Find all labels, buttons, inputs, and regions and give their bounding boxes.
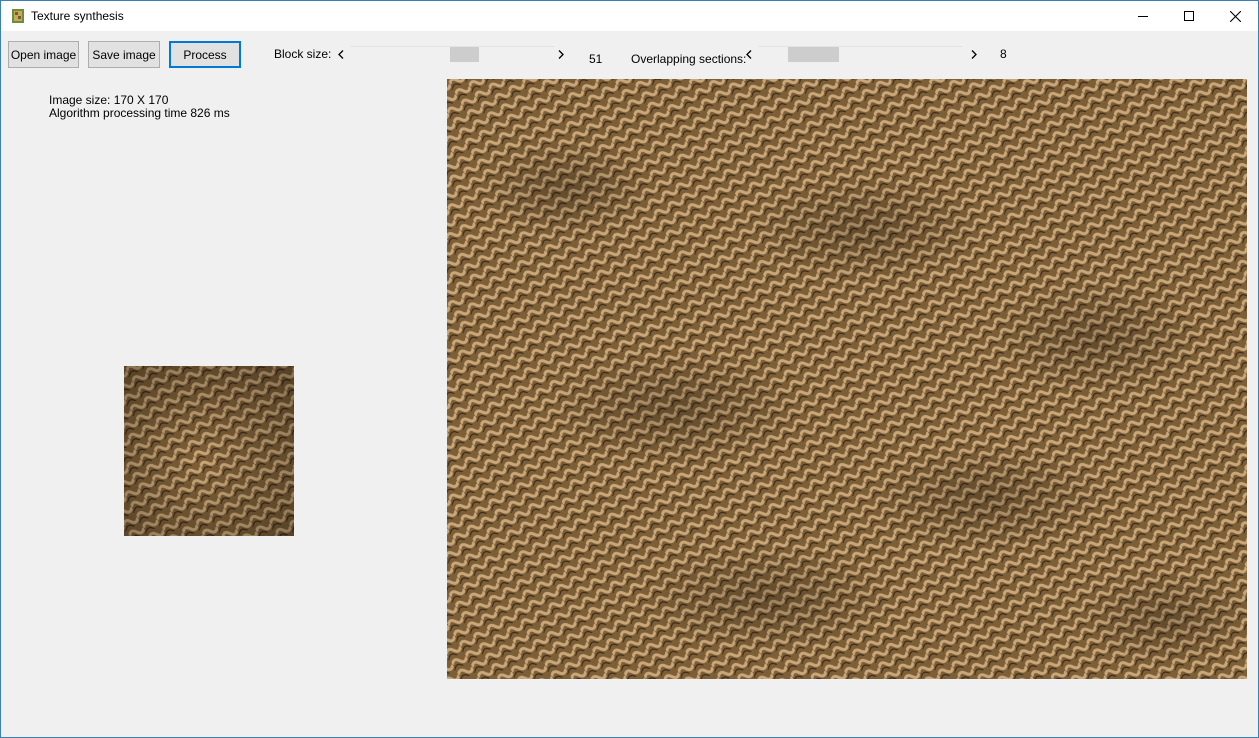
block-size-right-arrow[interactable] [554, 47, 568, 61]
overlap-left-arrow[interactable] [742, 47, 756, 61]
chevron-right-icon [558, 49, 564, 59]
synthesized-texture-image [447, 79, 1247, 679]
block-size-label: Block size: [274, 47, 332, 61]
processing-time-text: Algorithm processing time 826 ms [49, 106, 230, 120]
source-texture-image [124, 366, 294, 536]
save-image-button[interactable]: Save image [88, 41, 160, 68]
overlap-label: Overlapping sections: [631, 52, 747, 66]
process-button[interactable]: Process [169, 41, 241, 68]
close-button[interactable] [1212, 1, 1258, 31]
minimize-button[interactable] [1120, 1, 1166, 31]
maximize-button[interactable] [1166, 1, 1212, 31]
chevron-left-icon [746, 49, 752, 59]
block-size-thumb[interactable] [450, 47, 479, 62]
overlap-value: 8 [1000, 47, 1007, 61]
title-bar[interactable]: Texture synthesis [1, 1, 1258, 31]
minimize-icon [1138, 16, 1148, 17]
block-size-value: 51 [589, 52, 603, 66]
image-size-text: Image size: 170 X 170 [49, 93, 169, 107]
overlap-thumb[interactable] [788, 47, 839, 62]
texture-app-icon [12, 9, 24, 23]
block-size-left-arrow[interactable] [334, 47, 348, 61]
overlap-right-arrow[interactable] [967, 47, 981, 61]
app-window: Texture synthesis Open image Save image … [0, 0, 1259, 738]
chevron-left-icon [338, 49, 344, 59]
close-icon [1229, 10, 1241, 22]
window-title: Texture synthesis [31, 9, 124, 23]
chevron-right-icon [971, 49, 977, 59]
maximize-icon [1184, 11, 1194, 21]
open-image-button[interactable]: Open image [8, 41, 79, 68]
